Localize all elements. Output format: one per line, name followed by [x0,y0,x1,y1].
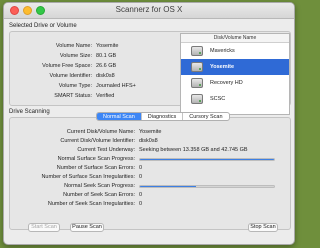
seek-scan-errors-label: Number of Seek Scan Errors: [63,192,135,198]
seek-scan-irregularities-label: Number of Seek Scan Irregularities: [47,201,135,207]
hard-drive-icon [191,78,203,88]
drive-scanning-heading: Drive Scanning [9,109,50,115]
window-title: Scannerz for OS X [115,5,183,14]
current-volume-name-value: Yosemite [139,129,162,135]
seek-scan-irregularities-value: 0 [139,201,143,207]
title-bar: Scannerz for OS X [4,3,294,19]
current-volume-identifier-value: disk0s8 [139,138,158,144]
disk-volume-list[interactable]: Disk/Volume Name Mavericks Yosemite Reco… [180,33,290,115]
seek-scan-progress-label: Normal Seek Scan Progress: [64,183,135,189]
selected-drive-heading: Selected Drive or Volume [9,23,77,29]
smart-status-value: Verified [96,93,115,99]
current-test-label: Current Test Underway: [77,147,135,153]
hard-drive-icon [191,62,203,72]
disk-list-header[interactable]: Disk/Volume Name [181,34,289,43]
seek-scan-errors-value: 0 [139,192,143,198]
volume-free-space-value: 26.6 GB [96,63,117,69]
disk-name-label: Yosemite [210,64,235,70]
volume-size-value: 80.1 GB [96,53,117,59]
volume-identifier-value: disk0s8 [96,73,115,79]
current-test-value: Seeking between 13.358 GB and 42.745 GB [139,147,248,153]
surface-scan-progress-fill [140,159,274,160]
surface-scan-irregularities-label: Number of Surface Scan Irregularities: [41,174,135,180]
disk-name-label: SCSC [210,96,226,102]
hard-drive-icon [191,94,203,104]
volume-size-label: Volume Size: [59,53,92,59]
disk-name-label: Mavericks [210,48,235,54]
disk-list-item-selected[interactable]: Yosemite [181,59,289,75]
start-scan-button[interactable]: Start Scan [28,223,60,232]
disk-list-item[interactable]: Mavericks [181,43,289,59]
disk-list-item[interactable]: Recovery HD [181,75,289,91]
volume-free-space-label: Volume Free Space: [42,63,92,69]
tab-normal-scan[interactable]: Normal Scan [97,113,142,120]
surface-scan-errors-label: Number of Surface Scan Errors: [56,165,135,171]
volume-type-value: Journaled HFS+ [96,83,136,89]
volume-name-label: Volume Name: [55,43,92,49]
volume-identifier-label: Volume Identifier: [49,73,93,79]
disk-name-label: Recovery HD [210,80,243,86]
tab-diagnostics[interactable]: Diagnostics [142,113,184,120]
surface-scan-progress-label: Normal Surface Scan Progress: [57,156,135,162]
surface-scan-irregularities-value: 0 [139,174,143,180]
seek-scan-progress-bar [139,185,275,188]
stop-scan-button[interactable]: Stop Scan [248,223,278,232]
surface-scan-errors-value: 0 [139,165,143,171]
app-window: Scannerz for OS X Selected Drive or Volu… [3,2,295,245]
volume-type-label: Volume Type: [58,83,92,89]
disk-list-item[interactable]: SCSC [181,91,289,107]
seek-scan-progress-fill [140,186,197,187]
pause-scan-button[interactable]: Pause Scan [70,223,104,232]
surface-scan-progress-bar [139,158,275,161]
smart-status-label: SMART Status: [54,93,92,99]
current-volume-name-label: Current Disk/Volume Name: [66,129,135,135]
current-volume-identifier-label: Current Disk/Volume Identifier: [60,138,135,144]
tab-cursory-scan[interactable]: Cursory Scan [183,113,228,120]
hard-drive-icon [191,46,203,56]
volume-name-value: Yosemite [96,43,119,49]
scan-mode-tabs: Normal Scan Diagnostics Cursory Scan [96,112,230,121]
